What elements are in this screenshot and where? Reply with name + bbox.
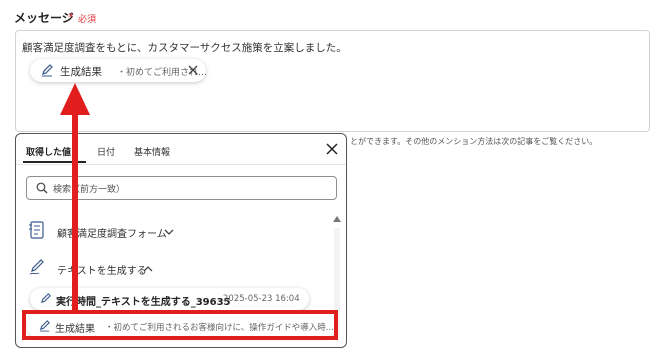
annotation-arrow-shaft: [72, 112, 78, 310]
tab-acquired-values[interactable]: 取得した値: [26, 145, 71, 158]
form-icon: [29, 221, 44, 239]
picker-tabs: 取得した値 日付 基本情報: [16, 134, 346, 165]
search-icon: [36, 182, 48, 194]
generated-run-title: 実行時間_テキストを生成する_39635: [56, 297, 231, 308]
required-mark: *: [68, 11, 74, 24]
pen-icon: [42, 64, 53, 77]
chevron-up-icon[interactable]: [143, 265, 153, 273]
pen-icon: [40, 293, 51, 304]
required-label: 必須: [78, 15, 97, 25]
chip-remove-icon[interactable]: [187, 64, 199, 76]
section-generate-label[interactable]: テキストを生成する: [57, 262, 147, 277]
message-textarea[interactable]: 顧客満足度調査をもとに、カスタマーサクセス施策を立案しました。 生成結果 ・初め…: [15, 30, 650, 132]
mention-help-text: とができます。その他のメンション方法は次の記事をご覧ください。: [350, 137, 598, 146]
tab-basic-info[interactable]: 基本情報: [134, 145, 170, 158]
arrow-up-icon: [60, 83, 90, 115]
message-field-label: メッセージ: [14, 11, 74, 25]
variable-chip-label: 生成結果: [60, 66, 102, 78]
variable-chip[interactable]: 生成結果 ・初めてご利用され…: [30, 59, 207, 82]
message-text: 顧客満足度調査をもとに、カスタマーサクセス施策を立案しました。: [22, 42, 347, 54]
scroll-up-icon[interactable]: [332, 215, 342, 223]
tab-date[interactable]: 日付: [97, 145, 115, 158]
close-icon[interactable]: [325, 142, 339, 156]
generated-run-date: 2025-05-23 16:04: [223, 294, 300, 304]
chevron-down-icon[interactable]: [164, 228, 174, 236]
pen-icon: [29, 259, 44, 275]
search-placeholder: 検索（前方一致）: [53, 185, 126, 195]
highlight-box: [22, 310, 338, 340]
